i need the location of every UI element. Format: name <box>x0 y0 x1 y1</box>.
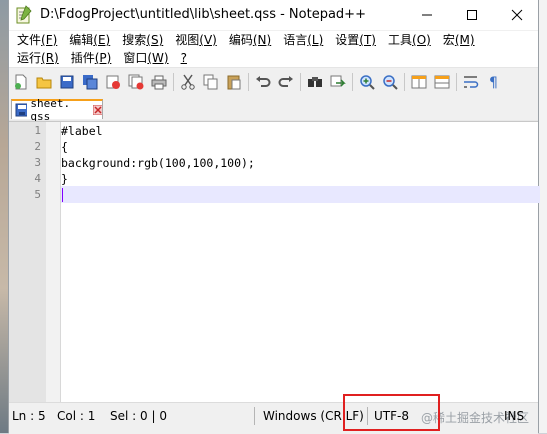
save-all-button[interactable] <box>80 72 100 92</box>
line-number: 2 <box>34 140 41 153</box>
close-file-icon <box>106 75 120 89</box>
fold-margin[interactable] <box>46 122 61 402</box>
cut-icon <box>181 74 195 90</box>
replace-button[interactable] <box>328 72 348 92</box>
zoom-out-button[interactable] <box>380 72 400 92</box>
title-bar[interactable]: D:\FdogProject\untitled\lib\sheet.qss - … <box>9 0 538 30</box>
open-file-button[interactable] <box>34 72 54 92</box>
show-all-characters-button[interactable]: ¶ <box>484 72 504 92</box>
copy-button[interactable] <box>201 72 221 92</box>
line-number: 5 <box>34 188 41 201</box>
menu-plugins[interactable]: 插件(P) <box>65 49 118 67</box>
menu-macro[interactable]: 宏(M) <box>437 31 481 49</box>
encoding-highlight-annotation <box>343 394 440 431</box>
menu-view[interactable]: 视图(V) <box>169 31 223 49</box>
status-separator <box>254 407 255 425</box>
status-insert-mode[interactable]: INS <box>504 409 524 423</box>
window-title: D:\FdogProject\untitled\lib\sheet.qss - … <box>40 7 366 22</box>
code-line[interactable]: } <box>61 172 68 186</box>
sync-scroll-icon <box>434 75 450 89</box>
menu-edit[interactable]: 编辑(E) <box>63 31 116 49</box>
menu-language[interactable]: 语言(L) <box>277 31 329 49</box>
menu-tools[interactable]: 工具(O) <box>382 31 437 49</box>
print-button[interactable] <box>149 72 169 92</box>
redo-icon <box>278 76 293 87</box>
minimize-button[interactable] <box>404 0 449 30</box>
new-file-button[interactable] <box>11 72 31 92</box>
status-bar: Ln : 5 Col : 1 Sel : 0 | 0 Windows (CR L… <box>9 402 538 434</box>
menu-file[interactable]: 文件(F) <box>11 31 63 49</box>
status-column: Col : 1 <box>57 409 96 423</box>
new-file-icon <box>15 74 27 90</box>
close-icon <box>511 9 522 21</box>
print-icon <box>151 75 167 90</box>
zoom-in-button[interactable] <box>357 72 377 92</box>
menu-run[interactable]: 运行(R) <box>11 49 65 67</box>
paste-button[interactable] <box>224 72 244 92</box>
redo-button[interactable] <box>276 72 296 92</box>
paste-icon <box>227 75 241 90</box>
menu-bar: 文件(F) 编辑(E) 搜索(S) 视图(V) 编码(N) 语言(L) 设置(T… <box>9 31 538 68</box>
code-line[interactable]: background:rgb(100,100,100); <box>61 156 255 170</box>
status-line: Ln : 5 <box>12 409 46 423</box>
zoom-in-icon <box>360 75 375 90</box>
current-line-highlight <box>61 186 540 203</box>
status-selection: Sel : 0 | 0 <box>110 409 167 423</box>
maximize-icon <box>466 10 477 20</box>
word-wrap-icon <box>464 76 479 88</box>
save-button[interactable] <box>57 72 77 92</box>
toolbar-separator <box>456 73 457 91</box>
find-button[interactable] <box>305 72 325 92</box>
toolbar-separator <box>352 73 353 91</box>
tab-label: sheet. qss <box>30 97 71 123</box>
svg-text:¶: ¶ <box>489 75 498 90</box>
replace-icon <box>330 75 346 87</box>
code-editor[interactable]: 1 2 3 4 5 #label { background:rgb(100,10… <box>9 121 540 402</box>
menu-search[interactable]: 搜索(S) <box>116 31 169 49</box>
code-line[interactable]: #label <box>61 124 103 138</box>
sync-vertical-scroll-button[interactable] <box>409 72 429 92</box>
close-all-icon <box>128 74 144 90</box>
desktop-background-left <box>0 0 8 433</box>
zoom-out-icon <box>383 75 398 90</box>
minimize-icon <box>421 14 432 16</box>
find-icon <box>308 77 322 87</box>
close-all-button[interactable] <box>126 72 146 92</box>
line-number: 4 <box>34 172 41 185</box>
open-file-icon <box>36 77 52 89</box>
toolbar-separator <box>173 73 174 91</box>
toolbar: ¶ <box>9 68 538 96</box>
close-file-button[interactable] <box>103 72 123 92</box>
word-wrap-button[interactable] <box>461 72 481 92</box>
notepadpp-window: D:\FdogProject\untitled\lib\sheet.qss - … <box>8 0 540 434</box>
menu-window[interactable]: 窗口(W) <box>117 49 174 67</box>
line-number: 1 <box>34 124 41 137</box>
save-all-icon <box>83 75 98 90</box>
copy-icon <box>203 74 218 90</box>
menu-settings[interactable]: 设置(T) <box>329 31 382 49</box>
text-caret <box>62 188 63 202</box>
menu-help[interactable]: ? <box>175 49 193 67</box>
undo-button[interactable] <box>253 72 273 92</box>
maximize-button[interactable] <box>449 0 494 30</box>
toolbar-separator <box>300 73 301 91</box>
tab-bar: sheet. qss <box>9 97 538 123</box>
undo-icon <box>256 76 271 87</box>
sync-scroll-icon <box>411 75 427 89</box>
pilcrow-icon: ¶ <box>489 75 498 90</box>
menu-encoding[interactable]: 编码(N) <box>223 31 277 49</box>
save-state-icon <box>15 103 28 117</box>
line-number: 3 <box>34 156 41 169</box>
close-window-button[interactable] <box>494 0 539 30</box>
close-tab-icon[interactable] <box>93 105 102 115</box>
tab-sheet-qss[interactable]: sheet. qss <box>11 97 103 123</box>
toolbar-separator <box>404 73 405 91</box>
notepadpp-logo-icon <box>15 5 33 25</box>
cut-button[interactable] <box>178 72 198 92</box>
code-line[interactable]: { <box>61 140 68 154</box>
save-icon <box>60 75 74 89</box>
toolbar-separator <box>248 73 249 91</box>
sync-horizontal-scroll-button[interactable] <box>432 72 452 92</box>
